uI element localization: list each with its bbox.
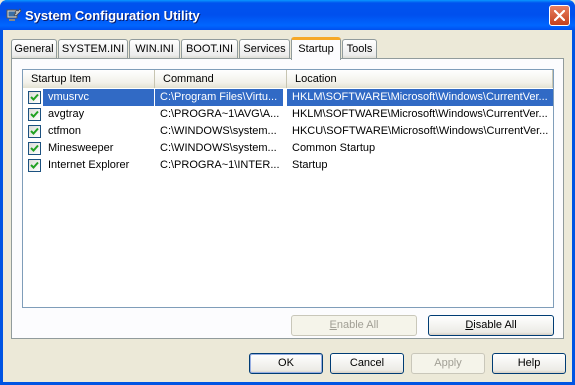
disable-all-label: isable All	[473, 319, 517, 331]
startup-command: C:\WINDOWS\system...	[160, 142, 277, 154]
startup-item-name: vmusrvc	[43, 89, 154, 106]
disable-all-button[interactable]: Disable All	[428, 315, 554, 336]
startup-item-name: ctfmon	[48, 125, 82, 137]
startup-command: C:\WINDOWS\system...	[160, 125, 277, 137]
startup-location: Startup	[292, 159, 328, 171]
startup-location: HKCU\SOFTWARE\Microsoft\Windows\CurrentV…	[292, 125, 549, 137]
window: System Configuration Utility General SYS…	[0, 0, 575, 385]
tab-startup[interactable]: Startup	[291, 37, 341, 60]
tab-system-ini[interactable]: SYSTEM.INI	[58, 39, 128, 59]
dialog-client-area: General SYSTEM.INI WIN.INI BOOT.INI Serv…	[3, 30, 572, 382]
startup-item-name: Minesweeper	[48, 142, 114, 154]
list-row[interactable]: avgtray C:\PROGRA~1\AVG\A... HKLM\SOFTWA…	[23, 106, 553, 123]
checkmark-icon	[30, 144, 39, 152]
help-button[interactable]: Help	[492, 353, 566, 374]
title-bar[interactable]: System Configuration Utility	[0, 0, 575, 30]
tab-boot-ini[interactable]: BOOT.INI	[181, 39, 238, 59]
list-row[interactable]: ctfmon C:\WINDOWS\system... HKCU\SOFTWAR…	[23, 123, 553, 140]
startup-item-name: Internet Explorer	[48, 159, 130, 171]
startup-command: C:\PROGRA~1\INTER...	[160, 159, 280, 171]
startup-tab-panel: Startup Item Command Location vmusrvc C:…	[11, 58, 564, 339]
enable-checkbox[interactable]	[28, 91, 41, 104]
apply-button[interactable]: Apply	[411, 353, 485, 374]
startup-list[interactable]: Startup Item Command Location vmusrvc C:…	[22, 69, 554, 308]
column-location[interactable]: Location	[287, 70, 553, 88]
list-header: Startup Item Command Location	[23, 70, 553, 88]
checkmark-icon	[30, 93, 39, 101]
startup-location: HKLM\SOFTWARE\Microsoft\Windows\CurrentV…	[292, 108, 548, 120]
tab-win-ini[interactable]: WIN.INI	[129, 39, 180, 59]
list-row[interactable]: vmusrvc C:\Program Files\Virtu... HKLM\S…	[23, 89, 553, 106]
startup-item-name: avgtray	[48, 108, 85, 120]
list-row[interactable]: Internet Explorer C:\PROGRA~1\INTER... S…	[23, 157, 553, 174]
enable-checkbox[interactable]	[28, 142, 41, 155]
startup-location: Common Startup	[292, 142, 376, 154]
startup-command: C:\Program Files\Virtu...	[155, 89, 283, 106]
enable-all-button[interactable]: Enable All	[291, 315, 417, 336]
checkmark-icon	[30, 127, 39, 135]
enable-checkbox[interactable]	[28, 108, 41, 121]
enable-checkbox[interactable]	[28, 159, 41, 172]
ok-button[interactable]: OK	[249, 353, 323, 374]
enable-checkbox[interactable]	[28, 125, 41, 138]
startup-location: HKLM\SOFTWARE\Microsoft\Windows\CurrentV…	[287, 89, 553, 106]
enable-all-label: nable All	[336, 319, 379, 331]
close-button[interactable]	[549, 5, 570, 26]
tab-services[interactable]: Services	[239, 39, 290, 59]
checkmark-icon	[30, 110, 39, 118]
window-title: System Configuration Utility	[25, 8, 200, 23]
cancel-button[interactable]: Cancel	[330, 353, 404, 374]
system-config-icon	[6, 8, 22, 21]
checkmark-icon	[30, 161, 39, 169]
tab-general[interactable]: General	[11, 39, 57, 59]
column-command[interactable]: Command	[155, 70, 287, 88]
enable-all-mnemonic: E	[329, 319, 337, 331]
column-startup-item[interactable]: Startup Item	[23, 70, 155, 88]
close-icon	[554, 10, 565, 21]
tab-tools[interactable]: Tools	[342, 39, 377, 59]
list-row[interactable]: Minesweeper C:\WINDOWS\system... Common …	[23, 140, 553, 157]
startup-command: C:\PROGRA~1\AVG\A...	[160, 108, 280, 120]
